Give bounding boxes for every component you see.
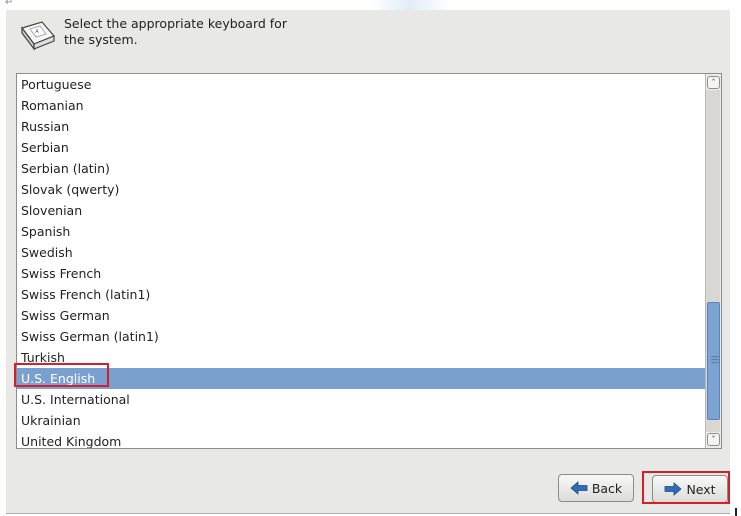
list-item[interactable]: Spanish — [17, 221, 706, 242]
chevron-up-icon: ˄ — [711, 78, 716, 87]
arrow-left-icon — [570, 481, 588, 495]
prompt-text: Select the appropriate keyboard for the … — [64, 16, 324, 48]
back-button[interactable]: Back — [558, 474, 634, 502]
list-item[interactable]: United Kingdom — [17, 431, 706, 448]
list-item[interactable]: Ukrainian — [17, 410, 706, 431]
list-item[interactable]: Slovak (qwerty) — [17, 179, 706, 200]
list-scrollbar[interactable]: ˄ — — — ˅ — [705, 74, 721, 448]
scroll-up-button[interactable]: ˄ — [707, 76, 720, 89]
keyboard-key-icon: A — [21, 21, 56, 51]
list-item[interactable]: Swiss German (latin1) — [17, 326, 706, 347]
list-item-selected[interactable]: U.S. English — [17, 368, 706, 389]
list-item[interactable]: Swiss French (latin1) — [17, 284, 706, 305]
annotation-highlight-next — [642, 471, 730, 504]
list-item[interactable]: Romanian — [17, 95, 706, 116]
list-item[interactable]: Portuguese — [17, 74, 706, 95]
list-item[interactable]: U.S. International — [17, 389, 706, 410]
scroll-down-button[interactable]: ˅ — [707, 433, 720, 446]
prompt-line-1: Select the appropriate keyboard for — [64, 16, 287, 31]
list-item[interactable]: Swiss German — [17, 305, 706, 326]
prompt-line-2: the system. — [64, 32, 138, 47]
list-item[interactable]: Russian — [17, 116, 706, 137]
list-item[interactable]: Serbian — [17, 137, 706, 158]
scroll-thumb[interactable]: — — — — [707, 302, 720, 420]
grip-icon: — — — — [711, 352, 719, 367]
list-item[interactable]: Swedish — [17, 242, 706, 263]
keyboard-list[interactable]: Portuguese Romanian Russian Serbian Serb… — [17, 74, 706, 448]
list-item[interactable]: Turkish — [17, 347, 706, 368]
top-accent — [370, 0, 450, 10]
list-item[interactable]: Swiss French — [17, 263, 706, 284]
chevron-down-icon: ˅ — [711, 435, 716, 444]
installer-window: A Select the appropriate keyboard for th… — [6, 10, 730, 514]
back-button-label: Back — [591, 480, 623, 496]
keyboard-listbox[interactable]: Portuguese Romanian Russian Serbian Serb… — [16, 73, 722, 449]
svg-text:A: A — [35, 29, 39, 35]
list-item[interactable]: Serbian (latin) — [17, 158, 706, 179]
return-mark: ↵ — [5, 0, 14, 8]
annotation-highlight-us-english — [14, 363, 109, 387]
corner-mark — [735, 508, 737, 516]
list-item[interactable]: Slovenian — [17, 200, 706, 221]
